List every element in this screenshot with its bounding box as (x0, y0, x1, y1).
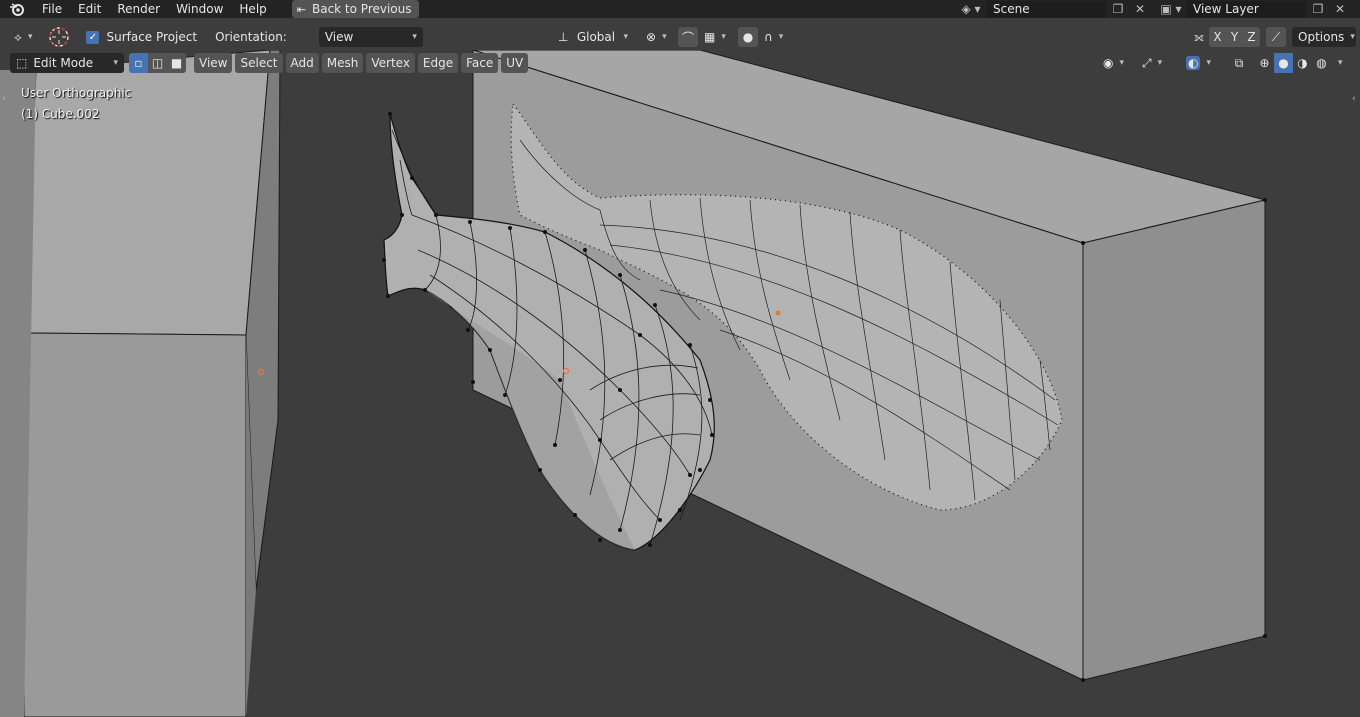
viewport-header: ⬚ Edit Mode ▾ ▫ ◫ ■ View Select Add Mesh… (0, 50, 1360, 76)
blender-logo-icon[interactable] (0, 0, 34, 18)
cursor-tool-icon[interactable] (46, 25, 72, 49)
snap-toggle-icon[interactable]: ⌒ (678, 27, 698, 47)
left-panel-expand-icon[interactable]: › (2, 94, 6, 104)
gizmo-icon: ⤢ (1142, 55, 1152, 70)
snap-grid-icon: ▦ (704, 30, 716, 44)
mode-dropdown[interactable]: ⬚ Edit Mode ▾ (10, 53, 124, 73)
menu-edit[interactable]: Edit (70, 1, 109, 17)
surface-project-label: Surface Project (106, 30, 198, 44)
mirror-axes: X Y Z (1209, 27, 1260, 47)
select-mode-toggles: ▫ ◫ ■ (129, 53, 186, 73)
tool-settings-header: ⟡ ▾ ✓ Surface Project Orientation: View ▾ … (0, 25, 1360, 49)
viewport-menu-mesh[interactable]: Mesh (321, 53, 364, 73)
scene-name-field[interactable]: Scene (987, 0, 1107, 18)
menu-window[interactable]: Window (168, 1, 231, 17)
rendered-shading-icon[interactable]: ◍ (1312, 53, 1331, 73)
menu-help[interactable]: Help (231, 1, 274, 17)
3d-viewport[interactable]: ⬚ Edit Mode ▾ ▫ ◫ ■ View Select Add Mesh… (0, 50, 1360, 717)
new-scene-icon[interactable]: ❐ (1107, 0, 1129, 18)
new-view-layer-icon[interactable]: ❐ (1307, 0, 1329, 18)
scene-icon[interactable]: ◈ ▾ (955, 0, 987, 18)
vertex-select-icon[interactable]: ▫ (129, 53, 148, 73)
viewport-menu-face[interactable]: Face (461, 53, 499, 73)
viewport-menu-vertex[interactable]: Vertex (366, 53, 415, 73)
back-to-previous-button[interactable]: ⇤ Back to Previous (291, 0, 419, 18)
overlays-dropdown[interactable]: ◐ ▾ (1180, 53, 1217, 73)
proportional-falloff-dropdown[interactable]: ∩ ▾ (758, 27, 790, 47)
global-axes-icon: ⊥ (558, 30, 569, 44)
proportional-edit-icon[interactable]: ● (738, 27, 758, 47)
surface-project-checkbox[interactable]: ✓ (86, 30, 100, 44)
view-name-label: User Orthographic (21, 86, 132, 100)
viewport-scene (0, 50, 1267, 717)
visibility-dropdown[interactable]: ◉ ▾ (1097, 53, 1130, 73)
viewport-menu-edge[interactable]: Edge (417, 53, 459, 73)
transform-tool-icon: ⟡ (14, 29, 22, 44)
options-dropdown[interactable]: Options ▾ (1292, 27, 1356, 47)
material-shading-icon[interactable]: ◑ (1293, 53, 1312, 73)
solid-shading-icon[interactable]: ● (1274, 53, 1293, 73)
orientation-label: Orientation: (215, 30, 287, 44)
edit-mode-icon: ⬚ (16, 56, 28, 70)
viewport-menu-view[interactable]: View (194, 53, 233, 73)
auto-merge-icon[interactable]: ⟋ (1266, 27, 1286, 47)
shading-options-icon[interactable]: ▾ (1338, 58, 1343, 68)
viewport-menu-add[interactable]: Add (285, 53, 319, 73)
mirror-y-toggle[interactable]: Y (1226, 27, 1243, 47)
viewport-menu-uv[interactable]: UV (501, 53, 529, 73)
tool-transform-dropdown[interactable]: ⟡ ▾ (8, 27, 39, 47)
viewport-menu-select[interactable]: Select (235, 53, 283, 73)
mode-value: Edit Mode (33, 56, 94, 70)
menu-file[interactable]: File (34, 1, 70, 17)
eye-icon: ◉ (1103, 56, 1114, 70)
delete-scene-icon[interactable]: ✕ (1129, 0, 1151, 18)
delete-view-layer-icon[interactable]: ✕ (1329, 0, 1351, 18)
top-menu-bar: File Edit Render Window Help ⇤ Back to P… (0, 0, 1360, 18)
shading-mode-toggles: ⊕ ● ◑ ◍ (1255, 53, 1331, 73)
back-to-previous-label: Back to Previous (311, 2, 412, 16)
wireframe-shading-icon[interactable]: ⊕ (1255, 53, 1274, 73)
transform-orientation-dropdown[interactable]: ⊥ Global ▾ (552, 27, 634, 47)
back-arrow-icon: ⇤ (296, 2, 306, 16)
snap-target-dropdown[interactable]: ▦ ▾ (698, 27, 732, 47)
options-label: Options (1298, 30, 1345, 44)
falloff-curve-icon: ∩ (764, 30, 773, 44)
active-object-label: (1) Cube.002 (21, 107, 100, 121)
menu-render[interactable]: Render (109, 1, 168, 17)
mirror-z-toggle[interactable]: Z (1243, 27, 1260, 47)
view-layer-field[interactable]: View Layer (1187, 0, 1307, 18)
gizmo-dropdown[interactable]: ⤢ ▾ (1136, 53, 1168, 73)
face-select-icon[interactable]: ■ (167, 53, 186, 73)
scene-selector: ◈ ▾ Scene ❐ ✕ ▣ ▾ View Layer ❐ ✕ (955, 0, 1351, 18)
pivot-icon: ⊗ (646, 30, 657, 44)
orientation-value: View (324, 30, 354, 44)
mirror-x-toggle[interactable]: X (1209, 27, 1226, 47)
edge-select-icon[interactable]: ◫ (148, 53, 167, 73)
view-layer-icon[interactable]: ▣ ▾ (1155, 0, 1187, 18)
left-block-mesh[interactable] (0, 50, 281, 717)
pivot-point-dropdown[interactable]: ⊗ ▾ (640, 27, 673, 47)
imprint-origin (775, 310, 781, 316)
xray-toggle-icon[interactable]: ⧉ (1229, 53, 1249, 73)
right-panel-expand-icon[interactable]: ‹ (1352, 94, 1356, 104)
transform-orientation-value: Global (576, 30, 616, 44)
overlays-icon: ◐ (1186, 56, 1201, 70)
mirror-icon[interactable]: ⟗ (1190, 30, 1208, 45)
orientation-dropdown[interactable]: View ▾ (318, 27, 423, 47)
